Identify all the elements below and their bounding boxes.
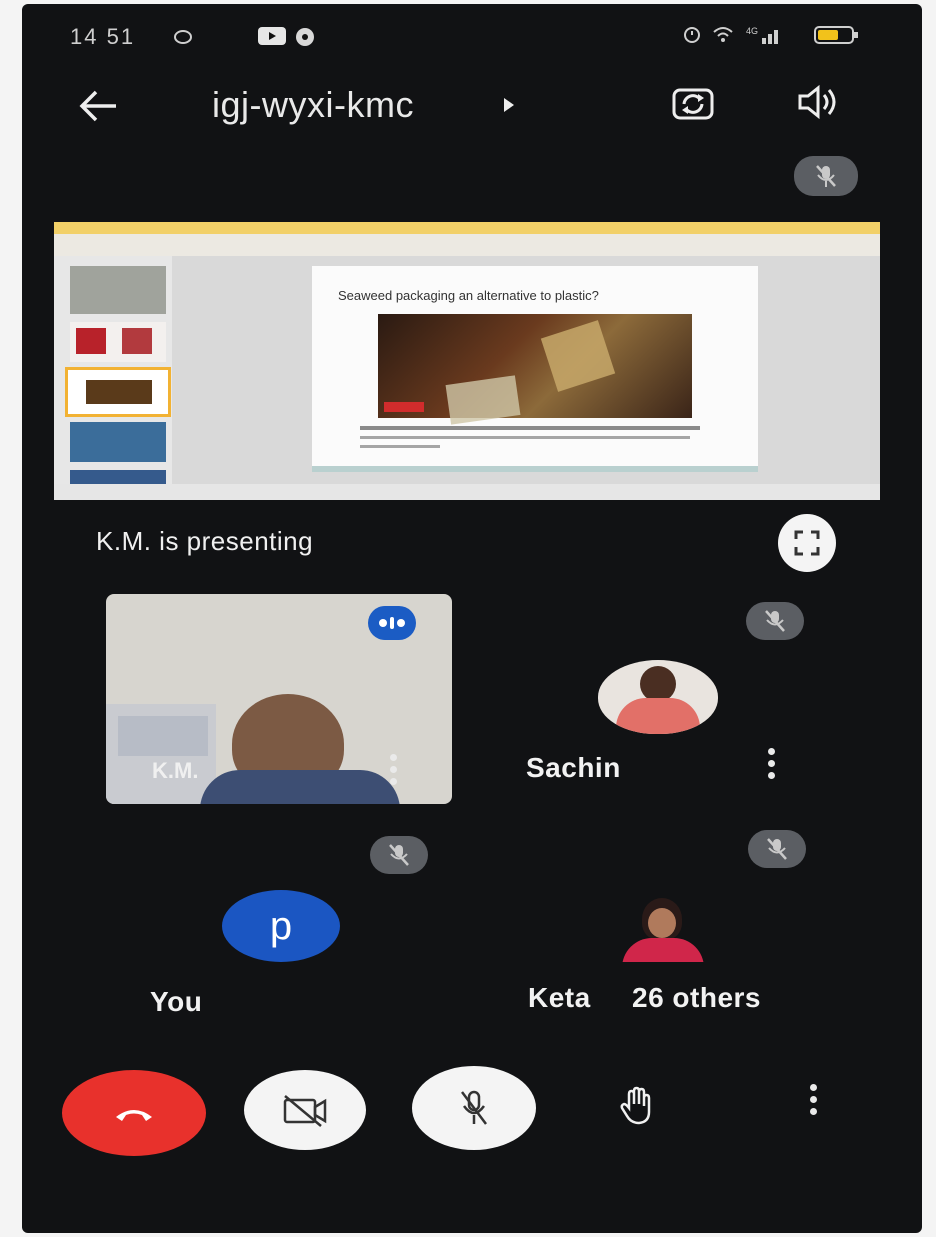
meeting-details-chevron-icon[interactable]: [502, 96, 516, 119]
others-count-label[interactable]: 26 others: [632, 982, 761, 1014]
slide-caption-line: [360, 445, 440, 448]
presenting-caption: K.M. is presenting: [96, 526, 314, 556]
slide-caption-line: [360, 426, 700, 430]
you-avatar: p: [222, 890, 340, 962]
km-more-options-icon[interactable]: [390, 754, 398, 790]
slide-thumbnails-panel: [54, 256, 172, 500]
keta-name-label: Keta: [528, 982, 591, 1013]
sachin-avatar: [598, 660, 718, 734]
end-call-icon: [116, 1110, 152, 1121]
raise-hand-icon: [620, 1086, 651, 1125]
mic-toggle-button[interactable]: [412, 1066, 536, 1150]
you-mic-off-icon: [370, 836, 428, 874]
video-badge: [384, 402, 424, 412]
slide-thumbnail: [70, 422, 166, 462]
meeting-code[interactable]: igj-wyxi-kmc: [212, 84, 414, 126]
you-name-label: You: [150, 986, 203, 1017]
youtube-notification-icon: [258, 26, 288, 51]
km-name-label: K.M.: [152, 758, 199, 783]
camera-off-icon: [283, 1095, 327, 1127]
slide-thumbnail-selected: [65, 367, 171, 417]
participant-tile-km[interactable]: K.M.: [106, 594, 452, 804]
raise-hand-button[interactable]: [604, 1078, 670, 1134]
mic-off-icon: [461, 1090, 487, 1125]
shared-screen[interactable]: Seaweed packaging an alternative to plas…: [54, 222, 880, 500]
fullscreen-button[interactable]: [778, 514, 836, 572]
slide-title: Seaweed packaging an alternative to plas…: [338, 288, 599, 303]
alarm-icon: [682, 24, 702, 49]
slide-thumbnail: [70, 322, 166, 362]
you-avatar-initial: p: [269, 903, 293, 948]
svg-text:4G: 4G: [746, 26, 758, 36]
switch-camera-icon[interactable]: [670, 82, 716, 127]
km-speaking-badge: [368, 606, 416, 640]
person-body: [200, 770, 400, 804]
app-titlebar: [54, 222, 880, 234]
app-notification-icon: [294, 26, 316, 53]
signal-icon: 4G: [746, 24, 786, 51]
fullscreen-icon: [794, 530, 820, 556]
meet-screen: 14 51 4G igj-wyxi-kmc Seaweed packaging …: [22, 4, 922, 1233]
presenter-mic-off-icon: [794, 156, 858, 196]
current-slide: Seaweed packaging an alternative to plas…: [312, 266, 758, 472]
keta-avatar: [608, 894, 718, 962]
wifi-icon: [712, 24, 734, 49]
app-statusbar: [54, 484, 880, 500]
app-ribbon: [54, 234, 880, 256]
slide-caption-line: [360, 436, 690, 439]
status-time: 14 51: [70, 24, 136, 49]
sachin-mic-off-icon: [746, 602, 804, 640]
back-arrow-icon[interactable]: [76, 88, 120, 129]
keta-mic-off-icon: [748, 830, 806, 868]
camera-toggle-button[interactable]: [244, 1070, 366, 1150]
background-shelf: [118, 716, 208, 756]
audio-level-icon: [379, 617, 405, 629]
more-options-icon[interactable]: [810, 1084, 818, 1120]
battery-icon: [814, 24, 860, 51]
slide-thumbnail: [70, 266, 166, 314]
end-call-button[interactable]: [62, 1070, 206, 1156]
sachin-more-options-icon[interactable]: [768, 748, 776, 784]
sync-icon: [172, 28, 194, 51]
slide-video[interactable]: [378, 314, 692, 425]
sachin-name-label: Sachin: [526, 752, 621, 783]
speaker-icon[interactable]: [796, 84, 842, 125]
